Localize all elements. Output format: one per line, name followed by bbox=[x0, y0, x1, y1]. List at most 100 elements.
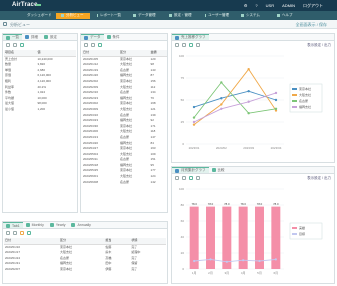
table-row[interactable]: 2023/02/16 名古屋 134 bbox=[82, 90, 167, 96]
tab-settings[interactable]: 設定・管理 bbox=[164, 13, 198, 19]
tab-label: 設定 bbox=[50, 34, 57, 39]
x-tick-label: 2023/02 bbox=[216, 146, 227, 150]
bar-chart-toolbar: 表示設定 / 出力 bbox=[172, 175, 334, 181]
tab-line-chart[interactable]: 売上推移グラフ bbox=[172, 34, 209, 40]
left-toolbar bbox=[3, 42, 77, 48]
user-name[interactable]: ADMIN bbox=[282, 3, 295, 9]
zoom-out-icon[interactable] bbox=[182, 43, 186, 47]
tab-bar-chart[interactable]: 月別集計グラフ bbox=[172, 167, 209, 173]
y-tick-label: 20 bbox=[181, 251, 185, 255]
chart-options-link[interactable]: 表示設定 / 出力 bbox=[307, 43, 331, 48]
tab-label: Tab1 bbox=[12, 223, 20, 228]
cell: 伊藤 bbox=[105, 266, 112, 271]
delete-icon[interactable] bbox=[20, 231, 24, 235]
grid-icon bbox=[84, 35, 88, 40]
zoom-in-icon[interactable] bbox=[175, 43, 179, 47]
tab-data-list[interactable]: データ bbox=[81, 34, 104, 40]
x-tick-label: 2月 bbox=[208, 271, 213, 275]
tab-list[interactable]: 一覧 bbox=[3, 34, 22, 40]
view-options-link[interactable]: 全画面表示 / 保存 bbox=[296, 22, 327, 28]
tab-compare[interactable]: 比較 bbox=[209, 167, 228, 173]
tab-label: レポート一覧 bbox=[100, 13, 121, 17]
settings-icon[interactable]: ⚙ bbox=[244, 3, 248, 9]
target-point bbox=[258, 259, 261, 263]
table-row[interactable]: 2023/02/02 東京本社 156 bbox=[82, 79, 167, 85]
tab-yearly[interactable]: Yearly bbox=[47, 222, 69, 228]
export-icon[interactable] bbox=[98, 43, 102, 47]
download-icon[interactable] bbox=[196, 43, 200, 47]
tab-label: データ管理 bbox=[138, 13, 156, 17]
x-tick-label: 2023/04 bbox=[271, 146, 282, 150]
y-tick-label: 60 bbox=[181, 219, 185, 223]
x-tick-label: 2023/01 bbox=[189, 146, 200, 150]
y-tick-label: 80 bbox=[181, 203, 185, 207]
cell: 名古屋 bbox=[120, 179, 130, 184]
zoom-out-icon[interactable] bbox=[182, 176, 186, 180]
header-actions: ⚙ ? USR ADMIN ログアウト bbox=[244, 3, 323, 9]
filter-icon[interactable] bbox=[20, 43, 24, 47]
export-icon[interactable] bbox=[27, 231, 31, 235]
refresh-icon[interactable] bbox=[189, 43, 193, 47]
tab-annually[interactable]: Annually bbox=[68, 222, 93, 228]
left-table: 項目名 値 売上合計 10,240,000 数量 3,820 単価 2,680 原価 6… bbox=[4, 50, 76, 113]
edit-icon[interactable] bbox=[13, 43, 17, 47]
tab-dashboard[interactable]: ダッシュボード bbox=[20, 13, 54, 19]
y-tick-label: 50 bbox=[181, 98, 185, 102]
tab-label: Yearly bbox=[55, 223, 66, 227]
edit-icon[interactable] bbox=[13, 231, 17, 235]
table-row[interactable]: 2023/04/13 名古屋 147 bbox=[82, 135, 167, 141]
zoom-in-icon[interactable] bbox=[175, 176, 179, 180]
table-row[interactable]: 最小値 1,200 bbox=[4, 107, 76, 113]
tab-system[interactable]: システム bbox=[236, 13, 270, 19]
tab-monthly[interactable]: Monthly bbox=[23, 222, 47, 228]
bar-value-label: 78.0 bbox=[224, 202, 230, 206]
legend-swatch bbox=[292, 106, 297, 108]
tab-config[interactable]: 設定 bbox=[41, 34, 60, 40]
refresh-icon[interactable] bbox=[189, 176, 193, 180]
cell: 142 bbox=[150, 179, 156, 184]
tab-detail[interactable]: 詳細 bbox=[22, 34, 41, 40]
tab-conditions[interactable]: 条件 bbox=[104, 34, 123, 40]
table-row[interactable]: 2023/04/27 東京本社 163 bbox=[82, 146, 167, 152]
add-icon[interactable] bbox=[6, 231, 10, 235]
data-point bbox=[274, 107, 278, 110]
refresh-icon[interactable] bbox=[91, 43, 95, 47]
bar-value-label: 78.0 bbox=[240, 202, 246, 206]
tab-help[interactable]: ヘルプ bbox=[272, 13, 306, 19]
logout-link[interactable]: ログアウト bbox=[303, 3, 323, 9]
tab-label: ヘルプ bbox=[282, 13, 293, 17]
table-row[interactable]: 2023/06/08 名古屋 142 bbox=[82, 180, 167, 186]
add-icon[interactable] bbox=[84, 43, 88, 47]
bottom-panel: Tab1 Monthly Yearly Annually 日付 区分 担当 状態… bbox=[2, 221, 168, 284]
table-row[interactable]: 2023/02/07 東京本社 伊藤 完了 bbox=[4, 267, 166, 273]
data-point bbox=[192, 105, 196, 109]
data-point bbox=[247, 68, 250, 71]
download-icon[interactable] bbox=[196, 176, 200, 180]
x-tick-label: 1月 bbox=[192, 271, 197, 275]
tab-label: 一覧 bbox=[12, 35, 19, 39]
y-tick-label: 25 bbox=[181, 120, 185, 124]
tab-reports[interactable]: レポート一覧 bbox=[92, 13, 126, 19]
cell: 2023/06/08 bbox=[83, 179, 99, 184]
breadcrumb-bar: 分析ビュー 全画面表示 / 保存 bbox=[0, 20, 337, 29]
table-row[interactable]: 2023/06/01 大阪支社 124 bbox=[82, 174, 167, 180]
target-point bbox=[209, 258, 212, 261]
tab-label: システム bbox=[246, 13, 260, 17]
back-icon[interactable] bbox=[3, 22, 7, 26]
tab-icon bbox=[71, 223, 76, 227]
middle-toolbar bbox=[81, 42, 167, 48]
data-point bbox=[247, 112, 250, 115]
filter-icon bbox=[106, 35, 111, 39]
x-tick-label: 3月 bbox=[224, 271, 229, 275]
tab-users[interactable]: ユーザー管理 bbox=[200, 13, 234, 19]
tab-1[interactable]: Tab1 bbox=[3, 222, 23, 228]
table-row[interactable]: 2023/03/09 大阪支社 121 bbox=[82, 107, 167, 113]
y-tick-label: 40 bbox=[181, 235, 185, 239]
app-logo: AirTrace bbox=[12, 2, 38, 8]
tab-data[interactable]: データ管理 bbox=[128, 13, 162, 19]
chart-options-link[interactable]: 表示設定 / 出力 bbox=[307, 176, 331, 181]
add-icon[interactable] bbox=[6, 43, 10, 47]
bar-value-label: 78.0 bbox=[208, 202, 214, 206]
help-icon[interactable]: ? bbox=[255, 3, 257, 9]
tab-analysis[interactable]: 分析ビュー bbox=[56, 12, 90, 19]
